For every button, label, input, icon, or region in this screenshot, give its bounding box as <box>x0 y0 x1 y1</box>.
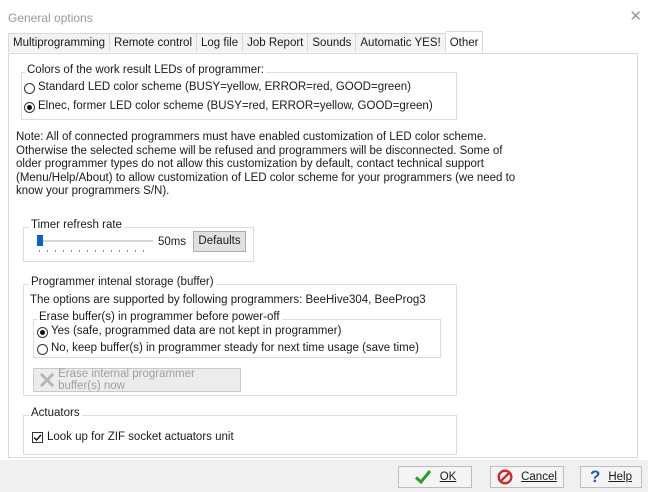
close-icon[interactable]: ✕ <box>629 7 642 25</box>
actuators-legend: Actuators <box>29 407 82 419</box>
led-standard-label[interactable]: Standard LED color scheme (BUSY=yellow, … <box>38 81 411 93</box>
erase-yes-label[interactable]: Yes (safe, programmed data are not kept … <box>51 325 341 337</box>
tab-strip: Multiprogramming Remote control Log file… <box>8 31 484 53</box>
cancel-icon <box>497 469 513 485</box>
erase-x-icon <box>40 373 54 387</box>
title-bar: General options ✕ <box>0 0 648 32</box>
tab-job-report[interactable]: Job Report <box>243 33 309 52</box>
note-line: (Menu/Help/About) to allow customization… <box>16 171 516 184</box>
cancel-label: Cancel <box>521 471 557 483</box>
note-line: Otherwise the selected scheme will be re… <box>16 144 503 157</box>
storage-legend: Programmer intenal storage (buffer) <box>29 276 216 288</box>
timer-value: 50ms <box>158 236 187 248</box>
led-colors-legend: Colors of the work result LEDs of progra… <box>25 64 267 76</box>
led-colors-group <box>21 72 457 120</box>
tab-remote-control[interactable]: Remote control <box>110 33 198 52</box>
defaults-button[interactable]: Defaults <box>193 231 246 252</box>
led-elnec-radio[interactable] <box>24 102 35 113</box>
zif-actuators-checkbox[interactable] <box>32 432 43 443</box>
erase-no-radio[interactable] <box>37 344 48 355</box>
ok-check-icon <box>414 470 431 485</box>
help-icon: ? <box>589 467 601 486</box>
note-line: know your programmers S/N). <box>16 185 170 198</box>
erase-legend: Erase buffer(s) in programmer before pow… <box>37 311 282 323</box>
led-standard-radio[interactable] <box>24 83 35 94</box>
led-note: Note: All of connected programmers must … <box>16 131 516 199</box>
led-elnec-label[interactable]: Elnec, former LED color scheme (BUSY=red… <box>38 100 433 112</box>
timer-legend: Timer refresh rate <box>29 219 124 231</box>
storage-supported-text: The options are supported by following p… <box>30 294 426 306</box>
timer-slider-ticks <box>39 250 151 252</box>
tab-sounds[interactable]: Sounds <box>308 33 357 52</box>
help-button[interactable]: ? Help <box>580 466 642 488</box>
window-title: General options <box>8 11 93 25</box>
timer-slider-track[interactable] <box>37 240 153 242</box>
note-line: Note: All of connected programmers must … <box>16 131 487 143</box>
cancel-button[interactable]: Cancel <box>490 466 564 488</box>
erase-buffer-button[interactable]: Erase internal programmer buffer(s) now <box>33 368 241 392</box>
tab-other[interactable]: Other <box>445 31 484 53</box>
tab-multiprogramming[interactable]: Multiprogramming <box>8 33 111 52</box>
tab-log-file[interactable]: Log file <box>197 33 244 52</box>
ok-label: OK <box>439 471 457 483</box>
erase-buffer-label: Erase internal programmer buffer(s) now <box>58 368 195 392</box>
note-line: older programmer types do not allow this… <box>16 158 484 171</box>
erase-yes-radio[interactable] <box>37 327 48 338</box>
help-label: Help <box>608 471 633 483</box>
tab-panel-other: Colors of the work result LEDs of progra… <box>8 53 638 458</box>
ok-button[interactable]: OK <box>398 466 472 488</box>
dialog-footer: OK Cancel ? Help <box>0 460 648 492</box>
timer-slider-thumb[interactable] <box>37 235 43 246</box>
erase-no-label[interactable]: No, keep buffer(s) in programmer steady … <box>51 342 419 354</box>
checkmark-icon <box>33 434 42 442</box>
tab-automatic-yes[interactable]: Automatic YES! <box>356 33 446 52</box>
zif-actuators-label[interactable]: Look up for ZIF socket actuators unit <box>47 431 234 443</box>
